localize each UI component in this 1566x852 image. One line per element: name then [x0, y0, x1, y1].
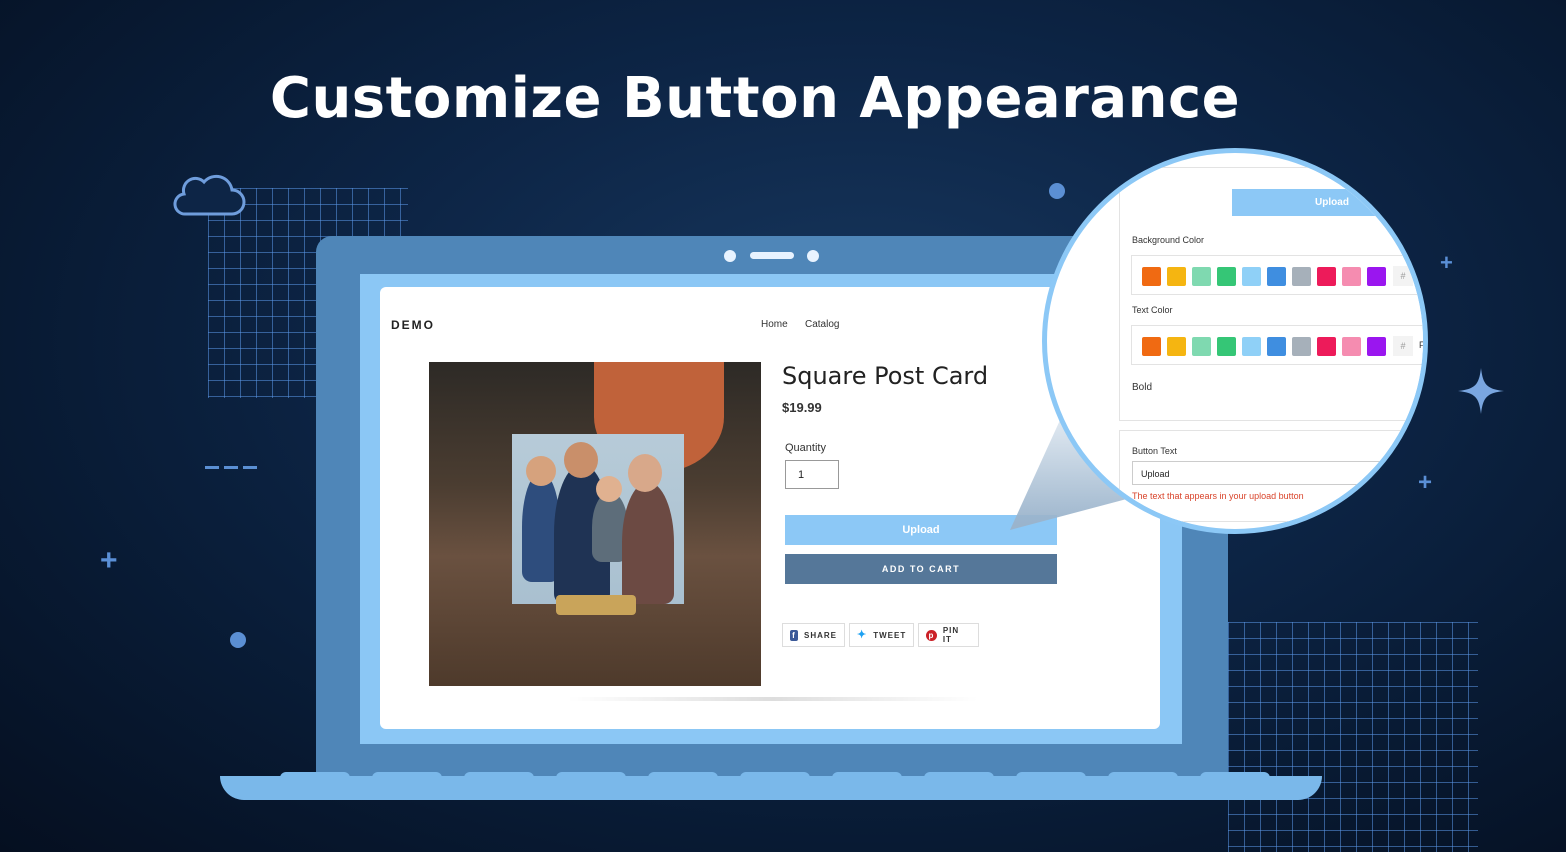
background-color-picker: #: [1131, 255, 1423, 295]
share-pinterest-button[interactable]: p PIN IT: [918, 623, 979, 647]
background-color-label: Background Color: [1132, 235, 1205, 245]
share-pinterest-label: PIN IT: [942, 626, 960, 644]
color-swatch-mint[interactable]: [1192, 337, 1211, 356]
quantity-label: Quantity: [785, 442, 826, 454]
camera-bar: [750, 252, 794, 259]
page-headline: Customize Button Appearance: [269, 66, 1241, 131]
camera-dot: [807, 250, 819, 262]
facebook-icon: f: [790, 629, 798, 641]
hex-prefix: #: [1393, 336, 1413, 356]
color-swatch-blue[interactable]: [1267, 337, 1286, 356]
share-twitter-label: TWEET: [873, 630, 907, 640]
settings-magnifier: Upload Background Color # Text Color # F…: [1042, 148, 1428, 534]
hex-prefix: #: [1393, 266, 1413, 286]
color-swatch-yellow[interactable]: [1167, 267, 1186, 286]
color-swatch-purple[interactable]: [1367, 337, 1386, 356]
quantity-input[interactable]: 1: [785, 460, 839, 489]
color-swatch-orange[interactable]: [1142, 337, 1161, 356]
color-swatch-pink[interactable]: [1342, 337, 1361, 356]
dash-decoration: [224, 466, 238, 469]
color-swatch-purple[interactable]: [1367, 267, 1386, 286]
color-swatch-green[interactable]: [1217, 337, 1236, 356]
text-color-picker: # FF: [1131, 325, 1423, 365]
color-swatch-light-blue[interactable]: [1242, 337, 1261, 356]
dot-decoration: [230, 632, 246, 648]
share-facebook-button[interactable]: f SHARE: [782, 623, 845, 647]
nav-link-catalog[interactable]: Catalog: [805, 319, 839, 330]
dash-decoration: [205, 466, 219, 469]
bold-label: Bold: [1132, 382, 1153, 393]
pinterest-icon: p: [926, 629, 937, 641]
cloud-icon: [173, 174, 246, 216]
divider-shadow: [568, 697, 978, 701]
color-swatch-red[interactable]: [1317, 267, 1336, 286]
laptop-base: [220, 776, 1322, 800]
text-color-label: Text Color: [1132, 305, 1173, 315]
color-swatch-gray[interactable]: [1292, 337, 1311, 356]
color-swatch-gray[interactable]: [1292, 267, 1311, 286]
preview-upload-button[interactable]: Upload: [1232, 189, 1423, 216]
button-text-label: Button Text: [1132, 446, 1177, 456]
plus-decoration-icon: +: [1440, 250, 1453, 275]
color-swatch-pink[interactable]: [1342, 267, 1361, 286]
color-swatch-yellow[interactable]: [1167, 337, 1186, 356]
color-swatch-green[interactable]: [1217, 267, 1236, 286]
add-to-cart-button[interactable]: ADD TO CART: [785, 554, 1057, 584]
color-swatch-light-blue[interactable]: [1242, 267, 1261, 286]
product-title: Square Post Card: [782, 362, 989, 390]
post-card-photo: [512, 434, 684, 604]
share-twitter-button[interactable]: ✦ TWEET: [849, 623, 914, 647]
share-facebook-label: SHARE: [803, 630, 837, 640]
card-stand: [556, 595, 636, 615]
product-image: [429, 362, 761, 686]
camera-dot: [724, 250, 736, 262]
color-swatch-mint[interactable]: [1192, 267, 1211, 286]
nav-link-home[interactable]: Home: [761, 319, 788, 330]
store-logo[interactable]: DEMO: [391, 318, 435, 332]
text-color-hex-input[interactable]: FF: [1419, 340, 1423, 350]
product-price: $19.99: [782, 400, 822, 415]
button-text-input[interactable]: Upload: [1132, 461, 1423, 485]
color-swatch-blue[interactable]: [1267, 267, 1286, 286]
color-swatch-red[interactable]: [1317, 337, 1336, 356]
decorative-grid-right: [1228, 622, 1478, 852]
twitter-icon: ✦: [857, 628, 868, 641]
sparkle-icon: [1458, 368, 1504, 414]
button-text-help: The text that appears in your upload but…: [1132, 491, 1304, 501]
dash-decoration: [243, 466, 257, 469]
plus-decoration-icon: +: [100, 544, 118, 577]
color-swatch-orange[interactable]: [1142, 267, 1161, 286]
